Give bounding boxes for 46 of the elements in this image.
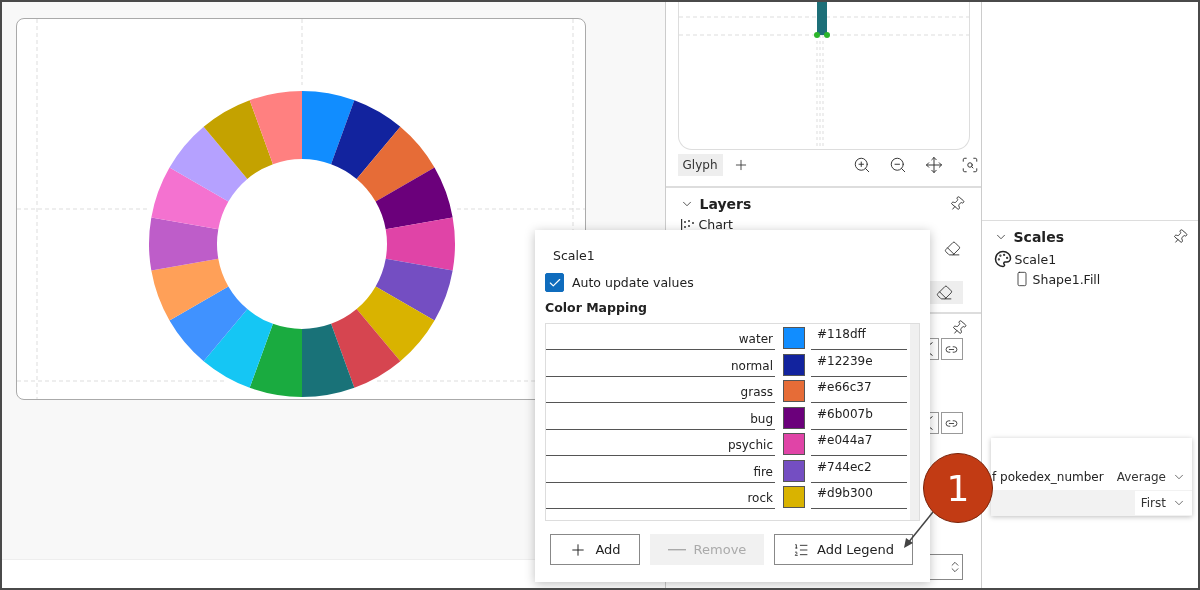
checkbox[interactable] — [545, 273, 564, 292]
layer-item[interactable]: Chart — [698, 217, 733, 232]
hex-field[interactable]: #e66c37 — [811, 379, 907, 404]
color-swatch[interactable] — [783, 486, 805, 509]
color-swatch[interactable] — [783, 433, 805, 456]
hex-field[interactable]: #d9b300 — [811, 485, 907, 510]
glyph-tab[interactable]: Glyph — [677, 154, 723, 176]
list-icon — [792, 541, 809, 558]
hex-field[interactable]: #12239e — [811, 352, 907, 377]
color-swatch[interactable] — [783, 327, 805, 350]
dots-icon — [679, 217, 696, 232]
section-title: Scales — [1013, 229, 1064, 245]
link-button[interactable] — [940, 412, 963, 434]
category-field[interactable]: water — [546, 326, 775, 351]
popup-title: Scale1 — [553, 248, 596, 263]
category-field[interactable]: psychic — [546, 432, 775, 457]
field-label: f pokedex_number — [991, 470, 1104, 484]
hex-field[interactable]: #6b007b — [811, 405, 907, 430]
callout-badge: 1 — [923, 453, 993, 523]
color-swatch[interactable] — [783, 406, 805, 429]
link-button[interactable] — [940, 338, 963, 360]
category-field[interactable]: fire — [546, 458, 775, 483]
add-button[interactable]: Add — [550, 534, 640, 565]
legend-button[interactable]: Add Legend — [774, 534, 913, 565]
glyph-shape-drawing — [813, 2, 830, 38]
scale-item[interactable]: Shape1.Fill — [1032, 271, 1101, 287]
palette-icon — [993, 250, 1012, 268]
aggregation-select[interactable]: First — [1134, 491, 1192, 515]
scale-item[interactable]: Scale1 — [1014, 251, 1057, 267]
donut-slice — [149, 217, 219, 271]
section-title: Color Mapping — [545, 300, 649, 315]
hex-field[interactable]: #e044a7 — [811, 432, 907, 457]
hex-field[interactable]: #744ec2 — [811, 458, 907, 483]
donut-slice — [385, 217, 455, 271]
category-field[interactable]: normal — [546, 352, 775, 377]
color-swatch[interactable] — [783, 459, 805, 482]
category-field[interactable]: bug — [546, 405, 775, 430]
checkbox-label: Auto update values — [572, 275, 694, 290]
color-swatch[interactable] — [783, 380, 805, 403]
section-title: Layers — [699, 196, 752, 212]
hex-field[interactable]: #118dff — [811, 326, 907, 351]
category-field[interactable]: grass — [546, 379, 775, 404]
minus-icon — [667, 548, 686, 551]
scrollbar[interactable] — [910, 324, 919, 520]
category-field[interactable]: rock — [546, 485, 775, 510]
color-swatch[interactable] — [783, 353, 805, 376]
